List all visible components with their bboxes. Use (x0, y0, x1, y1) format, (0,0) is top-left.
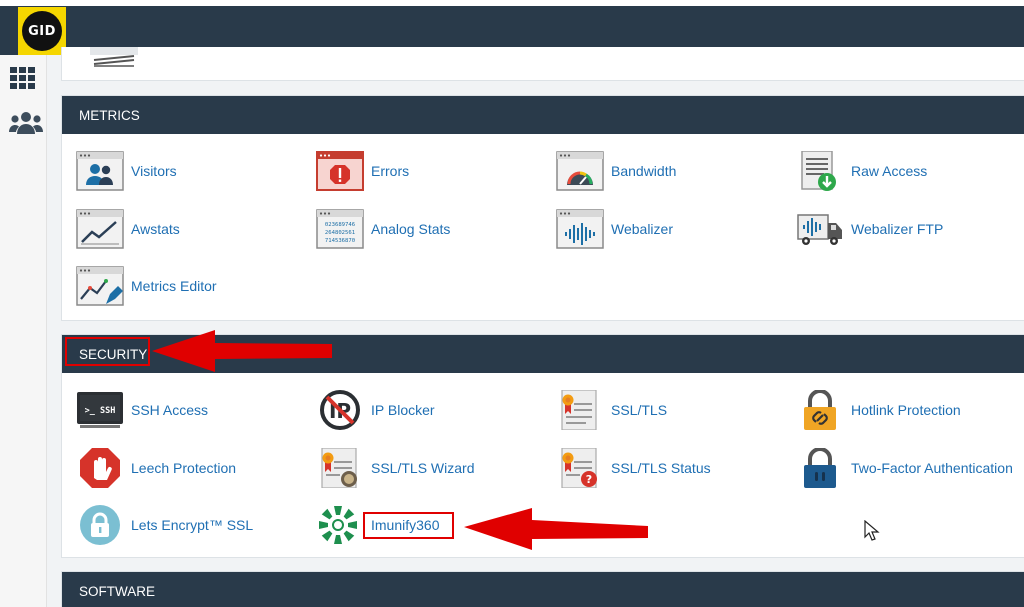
security-item-label: SSH Access (131, 402, 209, 418)
metrics-item-label: Awstats (131, 221, 180, 237)
metrics-title: METRICS (79, 107, 140, 123)
software-section-header[interactable]: SOFTWARE (62, 572, 1024, 607)
imunify360-highlight-box (363, 512, 454, 539)
security-item-ip-blocker[interactable]: IP IP Blocker (316, 390, 435, 430)
metrics-item-webalizer-ftp[interactable]: Webalizer FTP (796, 209, 943, 249)
security-section-header[interactable]: SECURITY (62, 335, 1024, 373)
lets-encrypt-icon (80, 505, 120, 545)
security-item-ssl-tls-wizard[interactable]: SSL/TLS Wizard (316, 448, 474, 488)
analog-digits-row: 264802561 (325, 230, 355, 236)
hotlink-lock-icon (804, 390, 836, 430)
metrics-panel: METRICS Visitors Errors Bandwidth Raw Ac… (61, 95, 1024, 321)
metrics-item-analog-stats[interactable]: 023689746 264802561 714536870 Analog Sta… (316, 209, 450, 249)
security-item-two-factor-authentication[interactable]: Two-Factor Authentication (796, 448, 1013, 488)
metrics-item-webalizer[interactable]: Webalizer (556, 209, 673, 249)
security-item-ssh-access[interactable]: >_ SSH SSH Access (76, 390, 208, 430)
logo-text: GID (22, 11, 62, 51)
previous-section-panel (61, 47, 1024, 81)
webalizer-ftp-icon (797, 214, 842, 245)
security-item-ssl-tls[interactable]: SSL/TLS (556, 390, 667, 430)
metrics-item-label: Webalizer FTP (851, 221, 944, 237)
metrics-item-label: Webalizer (611, 221, 673, 237)
certificate-status-icon: ? (561, 448, 597, 488)
metrics-item-label: Analog Stats (371, 221, 451, 237)
ssh-icon-text: >_ SSH (85, 406, 116, 416)
bandwidth-icon (556, 151, 604, 191)
security-item-label: Two-Factor Authentication (851, 460, 1013, 476)
metrics-item-label: Visitors (131, 163, 177, 179)
metrics-item-label: Raw Access (851, 163, 928, 179)
metrics-item-awstats[interactable]: Awstats (76, 209, 180, 249)
security-item-label: Lets Encrypt™ SSL (131, 517, 254, 533)
metrics-editor-icon (76, 266, 124, 306)
metrics-item-metrics-editor[interactable]: Metrics Editor (76, 266, 217, 306)
software-panel: SOFTWARE (61, 571, 1024, 607)
two-factor-lock-icon (804, 448, 836, 488)
security-item-lets-encrypt-ssl[interactable]: Lets Encrypt™ SSL (76, 505, 253, 545)
software-title: SOFTWARE (79, 583, 155, 599)
sidebar (0, 55, 47, 607)
security-item-label: Leech Protection (131, 460, 237, 476)
security-item-ssl-tls-status[interactable]: ? SSL/TLS Status (556, 448, 711, 488)
metrics-item-errors[interactable]: Errors (316, 151, 409, 191)
certificate-icon (561, 390, 597, 430)
ip-blocker-icon: IP (320, 390, 360, 430)
security-item-label: IP Blocker (371, 402, 435, 418)
security-item-hotlink-protection[interactable]: Hotlink Protection (796, 390, 961, 430)
ssh-terminal-icon: >_ SSH (77, 392, 123, 428)
analog-stats-icon: 023689746 264802561 714536870 (316, 209, 364, 249)
stop-hand-icon (80, 448, 120, 488)
metrics-item-bandwidth[interactable]: Bandwidth (556, 151, 676, 191)
visitors-icon (76, 151, 124, 191)
metrics-item-label: Bandwidth (611, 163, 677, 179)
analog-digits-row: 714536870 (325, 238, 355, 244)
metrics-item-label: Metrics Editor (131, 278, 217, 294)
metrics-item-visitors[interactable]: Visitors (76, 151, 177, 191)
users-icon[interactable] (9, 110, 43, 136)
errors-icon (316, 151, 364, 191)
security-item-leech-protection[interactable]: Leech Protection (76, 448, 236, 488)
previous-item-icon[interactable] (90, 47, 138, 67)
raw-access-icon (801, 151, 836, 191)
awstats-icon (76, 209, 124, 249)
metrics-section-header[interactable]: METRICS (62, 96, 1024, 134)
grid-icon[interactable] (9, 66, 37, 90)
imunify360-icon (319, 506, 357, 544)
security-item-label: SSL/TLS (611, 402, 668, 418)
security-item-label: Hotlink Protection (851, 402, 961, 418)
certificate-wizard-icon (321, 448, 357, 488)
analog-digits-row: 023689746 (325, 222, 355, 228)
webalizer-icon (556, 209, 604, 249)
security-highlight-box (65, 337, 150, 366)
metrics-item-label: Errors (371, 163, 410, 179)
security-item-label: SSL/TLS Wizard (371, 460, 475, 476)
security-item-label: SSL/TLS Status (611, 460, 711, 476)
svg-text:?: ? (586, 473, 592, 486)
brand-logo[interactable]: GID (18, 7, 66, 55)
mouse-cursor-icon (864, 520, 880, 541)
metrics-item-raw-access[interactable]: Raw Access (796, 151, 927, 191)
